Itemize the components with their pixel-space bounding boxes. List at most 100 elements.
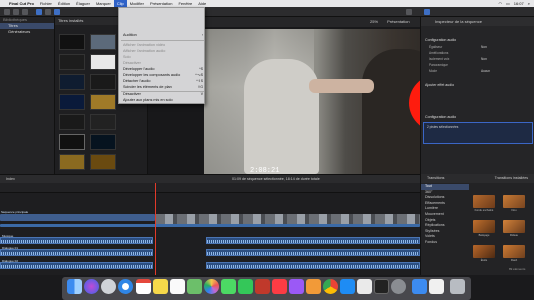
menu-item-expand-components[interactable]: Développer les composants audio ^⌥S [119, 73, 206, 78]
video-clip[interactable]: Séquence principale [0, 210, 155, 221]
view-menu[interactable]: Présentation [387, 19, 409, 24]
photos-icon[interactable] [45, 9, 51, 15]
audio-clip[interactable]: Dialogue 02 [0, 259, 153, 269]
menu-modifier[interactable]: Modifier [127, 0, 147, 7]
title-thumb[interactable] [59, 74, 85, 90]
chrome-icon[interactable] [323, 279, 338, 294]
inspector-row-label: Isolement voix [429, 57, 450, 61]
import-icon[interactable] [4, 9, 10, 15]
title-thumb[interactable] [90, 134, 116, 150]
final-cut-icon[interactable] [374, 279, 389, 294]
video-frame[interactable] [204, 29, 440, 174]
menubar-time[interactable]: 16:07 [514, 0, 524, 7]
menu-item-disable[interactable]: Désactiver V [119, 92, 206, 97]
transition-thumb[interactable] [473, 220, 495, 233]
menu-item-label: Développer l’audio [123, 67, 155, 71]
transition-thumb[interactable] [503, 245, 525, 258]
facetime-icon[interactable] [238, 279, 253, 294]
menu-app[interactable]: Final Cut Pro [6, 0, 37, 7]
menu-item-show-audio-anim[interactable]: Afficher l’animation audio [119, 49, 206, 54]
menu-fenetre[interactable]: Fenêtre [175, 0, 195, 7]
audio-clip[interactable] [206, 262, 420, 269]
title-thumb[interactable] [90, 74, 116, 90]
inspector-row-value[interactable]: Aucun [481, 69, 490, 73]
title-thumb[interactable] [59, 134, 85, 150]
photos-icon[interactable] [204, 279, 219, 294]
menu-presentation[interactable]: Présentation [147, 0, 175, 7]
audio-config-box[interactable]: 2 pistes sélectionnées [423, 122, 533, 144]
inspector-row-value[interactable]: Non [481, 45, 487, 49]
timeline[interactable]: Séquence principale Musique Dialogue 01 … [0, 193, 420, 275]
title-thumb[interactable] [90, 34, 116, 50]
inspector-row-label: Égaliseur [429, 45, 443, 49]
document-icon[interactable] [429, 279, 444, 294]
preview-icon[interactable] [357, 279, 372, 294]
wifi-icon[interactable]: ◠ [498, 0, 502, 7]
folder-icon[interactable] [412, 279, 427, 294]
launchpad-icon[interactable] [101, 279, 116, 294]
menu-item-add-solo[interactable]: Ajouter aux plans mis en solo [119, 98, 206, 103]
title-thumb[interactable] [59, 54, 85, 70]
menu-elaguer[interactable]: Élaguer [73, 0, 93, 7]
spotlight-icon[interactable]: ⌕ [528, 0, 530, 7]
title-thumb[interactable] [59, 154, 85, 170]
menu-item-audition[interactable]: Audition › [119, 33, 206, 38]
transition-thumb[interactable] [473, 245, 495, 258]
title-thumb[interactable] [59, 34, 85, 50]
audio-clip[interactable]: Musique [0, 234, 153, 244]
key-icon[interactable] [13, 9, 19, 15]
share-icon[interactable] [406, 9, 412, 15]
title-thumb[interactable] [59, 94, 85, 110]
maps-icon[interactable] [187, 279, 202, 294]
viewer-zoom[interactable]: 25% [370, 19, 378, 24]
battery-icon[interactable]: ▭ [506, 0, 510, 7]
preferences-icon[interactable] [391, 279, 406, 294]
audio-clip[interactable] [206, 249, 420, 256]
title-thumb[interactable] [59, 114, 85, 130]
books-icon[interactable] [306, 279, 321, 294]
music-icon[interactable] [272, 279, 287, 294]
playhead[interactable] [155, 183, 156, 275]
finder-icon[interactable] [67, 279, 82, 294]
menu-marquer[interactable]: Marquer [93, 0, 114, 7]
safari-icon[interactable] [118, 279, 133, 294]
inspector-row-value[interactable]: Non [481, 57, 487, 61]
siri-icon[interactable] [84, 279, 99, 294]
timeline-ruler[interactable] [0, 183, 420, 193]
menu-edition[interactable]: Édition [55, 0, 73, 7]
sidebar-item-generateurs[interactable]: Générateurs [0, 29, 54, 35]
title-thumb[interactable] [90, 114, 116, 130]
menu-item-expand-audio[interactable]: Développer l’audio ^S [119, 67, 206, 72]
title-thumb[interactable] [90, 154, 116, 170]
menu-item-disable-1[interactable]: Désactiver [119, 61, 206, 66]
title-thumb[interactable] [90, 94, 116, 110]
title-thumb[interactable] [90, 54, 116, 70]
audio-clip[interactable] [206, 237, 420, 244]
libraries-icon[interactable] [36, 9, 42, 15]
titles-icon[interactable] [54, 9, 60, 15]
messages-icon[interactable] [221, 279, 236, 294]
trash-icon[interactable] [450, 279, 465, 294]
audio-clip[interactable]: Dialogue 01 [0, 246, 153, 256]
transition-thumb[interactable] [503, 195, 525, 208]
add-audio-effect[interactable]: Ajouter effet audio [425, 83, 454, 87]
menu-item-detach-audio[interactable]: Détacher l’audio ^⇧S [119, 79, 206, 84]
menu-item-show-video-anim[interactable]: Afficher l’animation vidéo [119, 43, 206, 48]
podcasts-icon[interactable] [289, 279, 304, 294]
video-clip[interactable] [0, 224, 420, 227]
menu-clip[interactable]: Clip [113, 0, 127, 7]
menu-fichier[interactable]: Fichier [37, 0, 55, 7]
inspector-toggle-icon[interactable] [424, 9, 430, 15]
photobooth-icon[interactable] [255, 279, 270, 294]
transition-category[interactable]: Fondus [421, 240, 469, 246]
check-icon[interactable] [22, 9, 28, 15]
transition-thumb[interactable] [503, 220, 525, 233]
menu-aide[interactable]: Aide [195, 0, 209, 7]
menu-item-break-apart[interactable]: Scinder les éléments de plan ⇧G [119, 85, 206, 90]
app-store-icon[interactable] [340, 279, 355, 294]
notes-icon[interactable] [153, 279, 168, 294]
menu-item-solo[interactable]: Solo [119, 55, 206, 60]
transition-thumb[interactable] [473, 195, 495, 208]
calendar-icon[interactable] [136, 279, 151, 294]
reminders-icon[interactable] [170, 279, 185, 294]
